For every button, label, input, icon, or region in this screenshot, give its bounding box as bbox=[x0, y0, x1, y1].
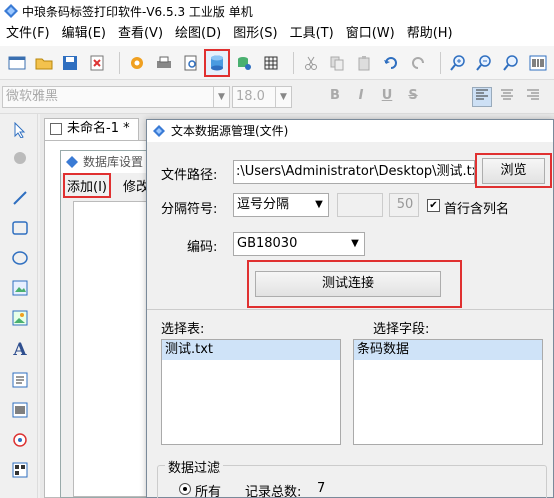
font-family-value: 微软雅黑 bbox=[6, 89, 59, 104]
dialog-titlebar: 文本数据源管理(文件) bbox=[147, 120, 553, 142]
app-logo-icon bbox=[4, 4, 18, 18]
shape-tool-icon[interactable] bbox=[10, 430, 30, 450]
menu-bar: 文件(F) 编辑(E) 查看(V) 绘图(D) 图形(S) 工具(T) 窗口(W… bbox=[0, 22, 554, 46]
custom-separator-field[interactable] bbox=[337, 193, 383, 217]
window-title: 中琅条码标签打印软件-V6.5.3 工业版 单机 bbox=[22, 4, 253, 19]
app-logo-icon bbox=[66, 156, 78, 168]
chevron-down-icon: ▼ bbox=[315, 199, 323, 210]
chevron-down-icon: ▼ bbox=[275, 87, 291, 107]
db-connect-icon[interactable] bbox=[233, 51, 255, 75]
document-icon bbox=[50, 123, 62, 135]
dialog-title: 文本数据源管理(文件) bbox=[171, 124, 289, 138]
italic-button[interactable]: I bbox=[352, 88, 370, 106]
menu-file[interactable]: 文件(F) bbox=[0, 22, 56, 46]
align-center-icon[interactable] bbox=[498, 88, 516, 106]
font-size-value: 18.0 bbox=[236, 89, 265, 104]
app-logo-icon bbox=[153, 125, 165, 137]
filter-all-radio[interactable] bbox=[179, 483, 191, 495]
menu-shape[interactable]: 图形(S) bbox=[227, 22, 283, 46]
first-row-header-checkbox[interactable]: ✔ bbox=[427, 199, 440, 212]
fields-list[interactable]: 条码数据 bbox=[353, 339, 543, 445]
strikethrough-button[interactable]: S bbox=[404, 88, 422, 106]
cut-icon[interactable] bbox=[300, 51, 322, 75]
text-datasource-dialog: 文本数据源管理(文件) 文件路径: :\Users\Administrator\… bbox=[146, 119, 554, 498]
encoding-label: 编码: bbox=[187, 240, 218, 255]
table-row[interactable]: 测试.txt bbox=[162, 340, 340, 360]
grid-icon[interactable] bbox=[260, 51, 282, 75]
divider bbox=[147, 309, 553, 310]
barcode-icon[interactable] bbox=[527, 51, 549, 75]
font-toolbar: 微软雅黑 ▼ 18.0 ▼ B I U S bbox=[0, 80, 554, 114]
chevron-down-icon: ▼ bbox=[213, 87, 229, 107]
new-document-icon[interactable] bbox=[6, 51, 28, 75]
rotate-icon[interactable] bbox=[10, 148, 30, 168]
chevron-down-icon: ▼ bbox=[351, 238, 359, 249]
bold-button[interactable]: B bbox=[326, 88, 344, 106]
tables-list[interactable]: 测试.txt bbox=[161, 339, 341, 445]
separator-select[interactable]: 逗号分隔 ▼ bbox=[233, 193, 329, 217]
copy-icon[interactable] bbox=[327, 51, 349, 75]
menu-edit[interactable]: 编辑(E) bbox=[56, 22, 112, 46]
redo-icon[interactable] bbox=[407, 51, 429, 75]
zoom-fit-icon[interactable] bbox=[500, 51, 522, 75]
qrcode-tool-icon[interactable] bbox=[10, 460, 30, 480]
field-row[interactable]: 条码数据 bbox=[354, 340, 542, 360]
print-icon[interactable] bbox=[153, 51, 175, 75]
rectangle-tool-icon[interactable] bbox=[10, 218, 30, 238]
record-count-value: 7 bbox=[317, 481, 326, 496]
file-path-field[interactable]: :\Users\Administrator\Desktop\测试.txt bbox=[233, 160, 475, 184]
first-row-header-label: 首行含列名 bbox=[444, 202, 510, 217]
left-toolbox: A bbox=[0, 114, 38, 498]
db-settings-title: 数据库设置 bbox=[83, 155, 144, 169]
filter-label: 数据过滤 bbox=[165, 457, 224, 476]
encoding-select[interactable]: GB18030 ▼ bbox=[233, 232, 365, 256]
undo-icon[interactable] bbox=[380, 51, 402, 75]
rich-text-tool-icon[interactable] bbox=[10, 370, 30, 390]
zoom-in-icon[interactable] bbox=[447, 51, 469, 75]
database-settings-icon[interactable] bbox=[204, 48, 231, 77]
separator-count-field[interactable]: 50 bbox=[389, 193, 419, 217]
save-icon[interactable] bbox=[60, 51, 82, 75]
align-left-icon[interactable] bbox=[472, 87, 492, 107]
font-family-select[interactable]: 微软雅黑 ▼ bbox=[2, 86, 230, 108]
separator-label: 分隔符号: bbox=[161, 202, 218, 217]
separator-value: 逗号分隔 bbox=[237, 197, 290, 212]
path-label: 文件路径: bbox=[161, 168, 218, 183]
font-size-select[interactable]: 18.0 ▼ bbox=[232, 86, 292, 108]
paste-icon[interactable] bbox=[353, 51, 375, 75]
text-tool-icon[interactable]: A bbox=[10, 340, 30, 360]
select-pointer-icon[interactable] bbox=[10, 120, 30, 140]
menu-help[interactable]: 帮助(H) bbox=[401, 22, 459, 46]
encoding-value: GB18030 bbox=[237, 236, 298, 251]
menu-view[interactable]: 查看(V) bbox=[112, 22, 169, 46]
open-folder-icon[interactable] bbox=[33, 51, 55, 75]
menu-draw[interactable]: 绘图(D) bbox=[169, 22, 227, 46]
picture-tool-icon[interactable] bbox=[10, 308, 30, 328]
menu-window[interactable]: 窗口(W) bbox=[340, 22, 401, 46]
settings-gear-icon[interactable] bbox=[126, 51, 148, 75]
fields-label: 选择字段: bbox=[373, 322, 430, 337]
line-tool-icon[interactable] bbox=[10, 188, 30, 208]
menu-tools[interactable]: 工具(T) bbox=[284, 22, 340, 46]
record-count-label: 记录总数: bbox=[245, 485, 302, 498]
align-right-icon[interactable] bbox=[524, 88, 542, 106]
filter-all-label: 所有 bbox=[195, 485, 222, 498]
title-bar: 中琅条码标签打印软件-V6.5.3 工业版 单机 bbox=[0, 0, 554, 22]
browse-button[interactable]: 浏览 bbox=[482, 158, 545, 184]
zoom-out-icon[interactable] bbox=[473, 51, 495, 75]
barcode-tool-icon[interactable] bbox=[10, 400, 30, 420]
tab-document[interactable]: 未命名-1 * bbox=[44, 118, 139, 140]
add-data-source-menu[interactable]: 添加(I) bbox=[63, 172, 111, 198]
tab-label: 未命名-1 * bbox=[67, 121, 130, 136]
ellipse-tool-icon[interactable] bbox=[10, 248, 30, 268]
delete-doc-icon[interactable] bbox=[86, 51, 108, 75]
main-toolbar bbox=[0, 46, 554, 80]
test-connection-button[interactable]: 测试连接 bbox=[255, 271, 441, 297]
underline-button[interactable]: U bbox=[378, 88, 396, 106]
print-preview-icon[interactable] bbox=[180, 51, 202, 75]
tables-label: 选择表: bbox=[161, 322, 205, 337]
image-tool-icon[interactable] bbox=[10, 278, 30, 298]
